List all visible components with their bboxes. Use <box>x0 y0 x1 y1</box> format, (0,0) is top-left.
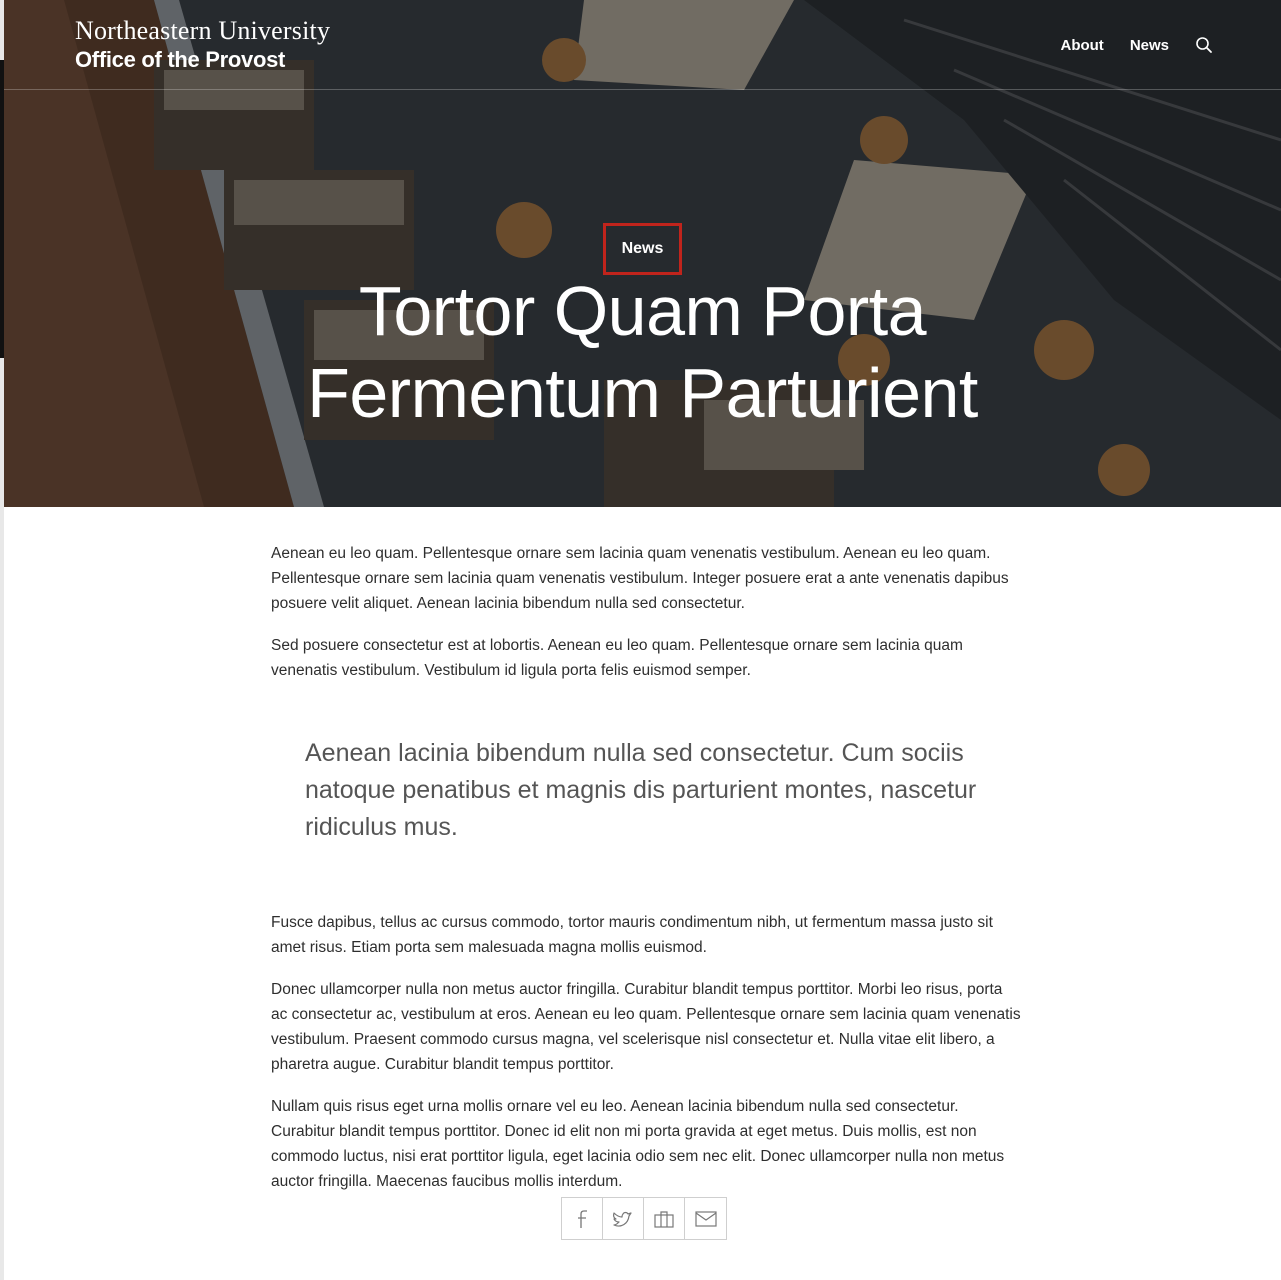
email-icon <box>694 1210 717 1227</box>
share-twitter-button[interactable] <box>603 1198 644 1239</box>
facebook-icon <box>578 1209 587 1228</box>
nav-link-about[interactable]: About <box>1060 37 1103 54</box>
share-email-button[interactable] <box>685 1198 726 1239</box>
article-body: Aenean eu leo quam. Pellentesque ornare … <box>271 541 1021 1211</box>
site-header: Northeastern University Office of the Pr… <box>4 0 1281 90</box>
main-nav: About News <box>1060 36 1213 54</box>
paragraph: Nullam quis risus eget urna mollis ornar… <box>271 1098 1005 1190</box>
article-title: Tortor Quam Porta Fermentum Parturient <box>4 270 1281 434</box>
title-line-1: Tortor Quam Porta <box>358 272 927 350</box>
hero-banner: Northeastern University Office of the Pr… <box>4 0 1281 507</box>
paragraph: Aenean eu leo quam. Pellentesque ornare … <box>271 545 1009 612</box>
nav-link-news[interactable]: News <box>1130 37 1169 54</box>
search-icon[interactable] <box>1195 36 1213 54</box>
paragraph: Donec ullamcorper nulla non metus auctor… <box>271 981 1021 1073</box>
category-tag[interactable]: News <box>603 223 682 275</box>
paragraph: Fusce dapibus, tellus ac cursus commodo,… <box>271 914 993 956</box>
twitter-icon <box>613 1211 632 1227</box>
linkedin-icon <box>654 1210 674 1228</box>
share-bar <box>561 1197 727 1240</box>
share-facebook-button[interactable] <box>562 1198 603 1239</box>
pull-quote: Aenean lacinia bibendum nulla sed consec… <box>305 739 977 841</box>
office-logo-text[interactable]: Office of the Provost <box>75 47 285 73</box>
university-logo-text[interactable]: Northeastern University <box>75 16 330 46</box>
title-line-2: Fermentum Parturient <box>307 354 978 432</box>
share-linkedin-button[interactable] <box>644 1198 685 1239</box>
paragraph: Sed posuere consectetur est at lobortis.… <box>271 637 963 679</box>
